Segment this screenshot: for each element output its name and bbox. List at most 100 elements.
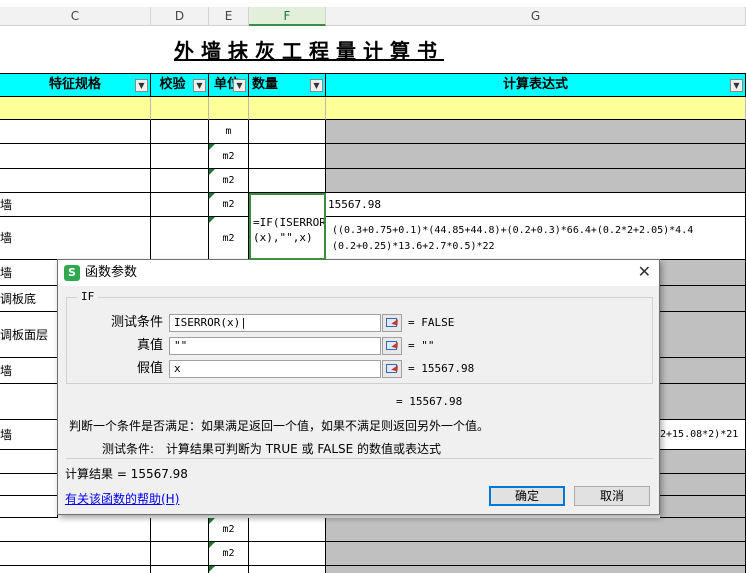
- column-header-c[interactable]: C: [0, 7, 151, 26]
- value-cell[interactable]: 15567.98: [326, 193, 746, 217]
- row-label[interactable]: 墙: [0, 193, 151, 217]
- param-result-true: = "": [408, 339, 435, 352]
- expr-cell[interactable]: [326, 120, 746, 144]
- expr-cell[interactable]: [326, 169, 746, 193]
- filter-dropdown-icon[interactable]: ▼: [193, 79, 206, 92]
- cell[interactable]: [0, 144, 151, 169]
- cell[interactable]: [0, 120, 151, 144]
- expr-cell[interactable]: [660, 312, 746, 358]
- cell[interactable]: [0, 474, 58, 496]
- param-input-true[interactable]: "": [169, 337, 381, 355]
- cell[interactable]: [151, 169, 209, 193]
- filter-dropdown-icon[interactable]: ▼: [135, 79, 148, 92]
- cell[interactable]: [249, 566, 326, 573]
- filter-dropdown-icon[interactable]: ▼: [233, 79, 246, 92]
- cell[interactable]: [249, 144, 326, 169]
- row-label[interactable]: 墙: [0, 260, 58, 286]
- column-header-f[interactable]: F: [249, 7, 326, 26]
- cell[interactable]: [249, 169, 326, 193]
- row-label[interactable]: 墙: [0, 358, 58, 384]
- active-formula-cell[interactable]: =IF(ISERROR (x),"",x): [249, 193, 326, 260]
- cell[interactable]: [0, 496, 58, 518]
- comment-marker-icon: [209, 217, 215, 223]
- cell[interactable]: [151, 193, 209, 217]
- cell[interactable]: [249, 542, 326, 566]
- dialog-title: 函数参数: [85, 265, 138, 280]
- cell[interactable]: [249, 120, 326, 144]
- yellow-cell[interactable]: [249, 97, 326, 120]
- unit-cell[interactable]: m: [209, 120, 249, 144]
- cancel-button[interactable]: 取消: [574, 486, 650, 506]
- expression-cell[interactable]: 2+15.08*2)*21: [660, 420, 746, 450]
- cell[interactable]: [151, 120, 209, 144]
- unit-cell[interactable]: m2: [209, 518, 249, 542]
- cell[interactable]: [151, 144, 209, 169]
- expr-cell[interactable]: [660, 260, 746, 286]
- expr-cell[interactable]: [660, 358, 746, 384]
- param-input-false[interactable]: x: [169, 360, 381, 378]
- unit-cell[interactable]: m2: [209, 169, 249, 193]
- row-label[interactable]: 墙: [0, 420, 58, 450]
- cell[interactable]: [0, 384, 58, 420]
- unit-cell[interactable]: m2: [209, 217, 249, 260]
- function-description: 判断一个条件是否满足：如果满足返回一个值，如果不满足则返回另外一个值。: [69, 419, 490, 433]
- header-qty: 数量 ▼: [249, 73, 326, 97]
- header-spec: 特征规格 ▼: [0, 73, 151, 97]
- unit-cell[interactable]: m2: [209, 542, 249, 566]
- expr-cell[interactable]: [326, 566, 746, 573]
- cell[interactable]: [151, 542, 209, 566]
- expr-cell[interactable]: [660, 474, 746, 496]
- filter-dropdown-icon[interactable]: ▼: [310, 79, 323, 92]
- expr-cell[interactable]: [326, 542, 746, 566]
- row-label[interactable]: 调板底: [0, 286, 58, 312]
- filter-dropdown-icon[interactable]: ▼: [730, 79, 743, 92]
- expr-cell[interactable]: [660, 450, 746, 474]
- unit-cell[interactable]: m2: [209, 193, 249, 217]
- row-label[interactable]: 调板面层: [0, 312, 58, 358]
- overall-result: = 15567.98: [396, 395, 463, 408]
- function-help-link[interactable]: 有关该函数的帮助(H): [65, 490, 179, 507]
- column-header-d[interactable]: D: [151, 7, 209, 26]
- param-result-test: = FALSE: [408, 316, 455, 329]
- cell[interactable]: [249, 518, 326, 542]
- yellow-cell[interactable]: [209, 97, 249, 120]
- dialog-titlebar[interactable]: S 函数参数 ✕: [58, 260, 659, 286]
- cell[interactable]: [151, 217, 209, 260]
- cell[interactable]: [0, 450, 58, 474]
- header-expr: 计算表达式 ▼: [326, 73, 746, 97]
- sheet-title: 外墙抹灰工程量计算书: [174, 39, 444, 63]
- ok-button[interactable]: 确定: [489, 486, 565, 506]
- comment-marker-icon: [209, 542, 215, 548]
- cell[interactable]: [151, 566, 209, 573]
- yellow-cell[interactable]: [151, 97, 209, 120]
- cell[interactable]: [0, 566, 151, 573]
- comment-marker-icon: [209, 169, 215, 175]
- yellow-cell[interactable]: [326, 97, 746, 120]
- collapse-dialog-icon[interactable]: [382, 314, 402, 332]
- comment-marker-icon: [209, 566, 215, 572]
- column-header-e[interactable]: E: [209, 7, 249, 26]
- expr-cell[interactable]: [326, 518, 746, 542]
- expr-cell[interactable]: [660, 384, 746, 420]
- comment-marker-icon: [209, 518, 215, 524]
- yellow-cell[interactable]: [0, 97, 151, 120]
- expr-cell[interactable]: [326, 144, 746, 169]
- row-label[interactable]: 墙: [0, 217, 151, 260]
- unit-cell[interactable]: m2: [209, 144, 249, 169]
- collapse-dialog-icon[interactable]: [382, 360, 402, 378]
- close-icon[interactable]: ✕: [638, 262, 651, 282]
- cell[interactable]: [0, 518, 151, 542]
- expression-cell[interactable]: ((0.3+0.75+0.1)*(44.85+44.8)+(0.2+0.3)*6…: [326, 217, 746, 260]
- column-header-g[interactable]: G: [326, 7, 746, 26]
- param-label-test: 测试条件: [110, 315, 163, 330]
- expr-cell[interactable]: [660, 286, 746, 312]
- expr-cell[interactable]: [660, 496, 746, 518]
- collapse-dialog-icon[interactable]: [382, 337, 402, 355]
- cell[interactable]: [151, 518, 209, 542]
- function-name: IF: [77, 290, 99, 303]
- cell[interactable]: [0, 542, 151, 566]
- param-input-test[interactable]: ISERROR(x)|: [169, 314, 381, 332]
- cell[interactable]: [209, 566, 249, 573]
- calc-result: 计算结果 = 15567.98: [65, 467, 188, 481]
- cell[interactable]: [0, 169, 151, 193]
